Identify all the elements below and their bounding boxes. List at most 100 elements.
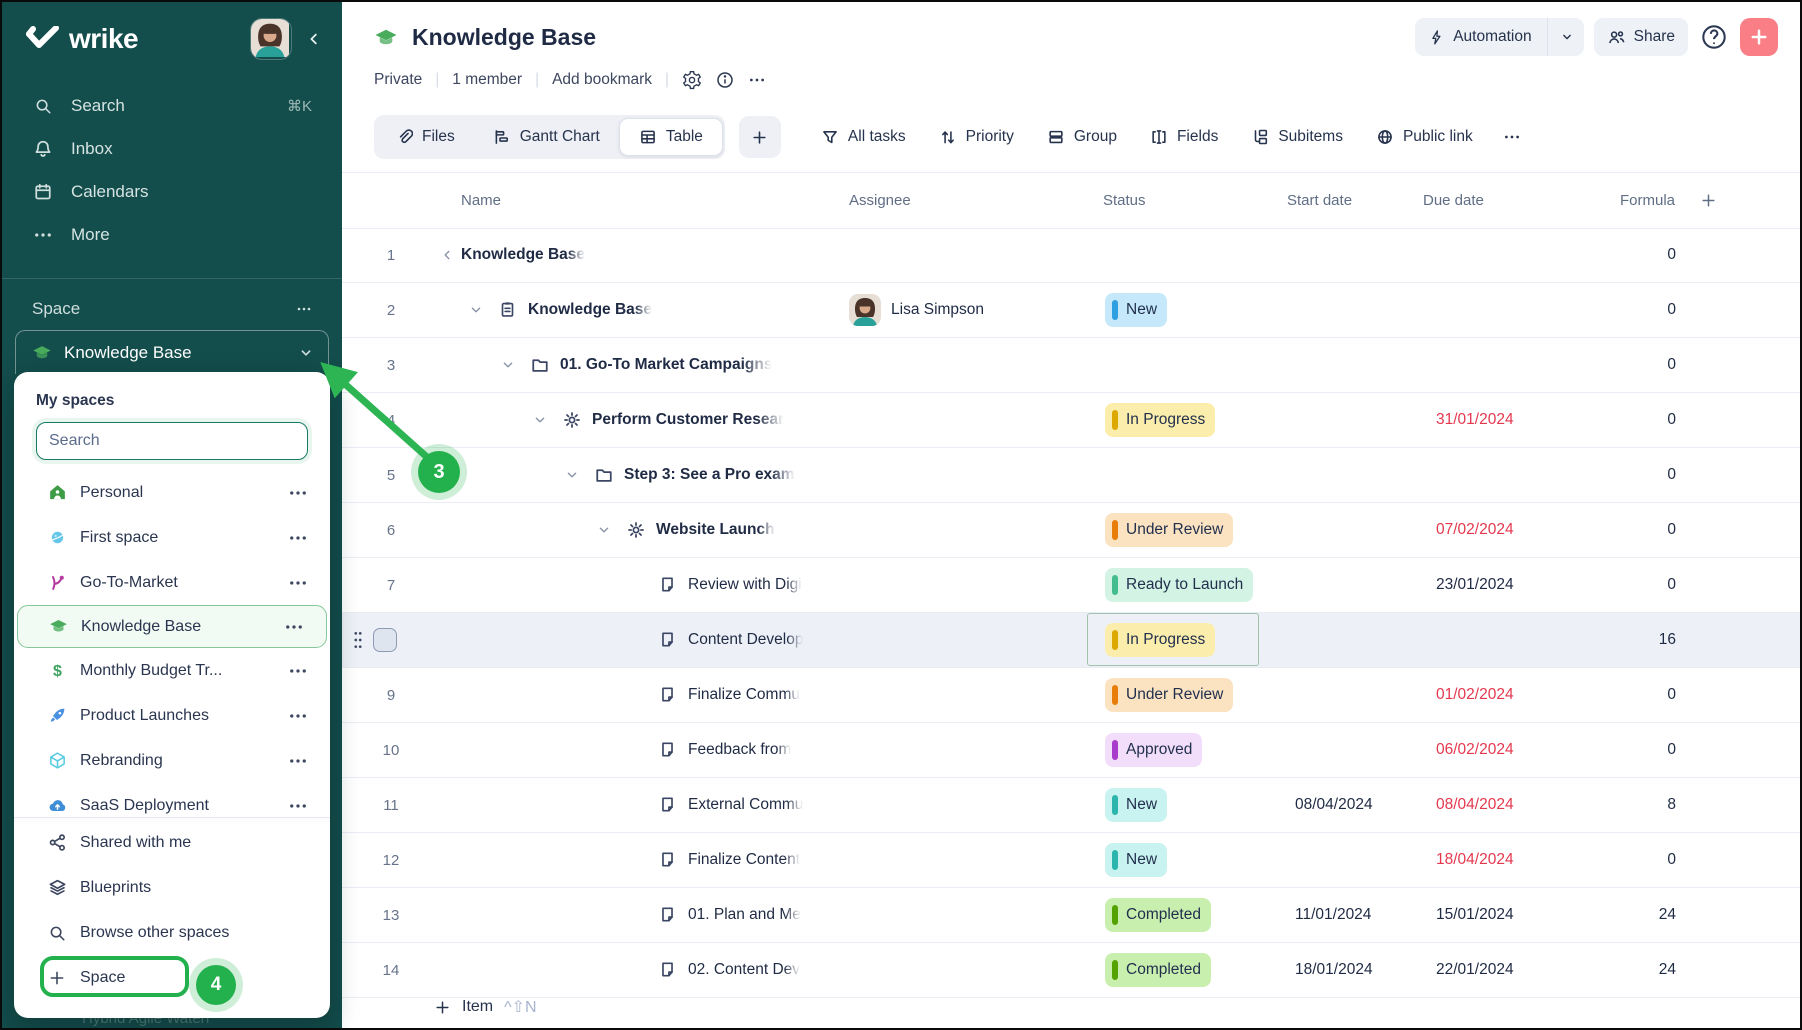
formula-value[interactable]: 0: [1572, 448, 1676, 502]
space-item-product-launches[interactable]: Product Launches: [14, 693, 330, 738]
formula-value[interactable]: 0: [1572, 338, 1676, 392]
spaces-footer-item-shared-with-me[interactable]: Shared with me: [14, 820, 330, 865]
column-header-formula[interactable]: Formula: [1575, 173, 1675, 228]
formula-value[interactable]: 0: [1572, 668, 1676, 722]
gear-icon[interactable]: [682, 70, 702, 90]
due-date[interactable]: 23/01/2024: [1436, 558, 1514, 612]
formula-value[interactable]: 0: [1572, 723, 1676, 777]
column-header-name[interactable]: Name: [461, 173, 501, 228]
add-view-button[interactable]: [738, 116, 781, 158]
space-item-go-to-market[interactable]: Go-To-Market: [14, 560, 330, 605]
automation-dropdown-button[interactable]: [1550, 18, 1584, 56]
status-badge[interactable]: New: [1105, 293, 1168, 327]
filter-fields[interactable]: Fields: [1150, 128, 1218, 146]
formula-value[interactable]: 0: [1572, 393, 1676, 447]
space-selector[interactable]: Knowledge Base: [15, 330, 329, 374]
info-icon[interactable]: [715, 70, 735, 90]
formula-value[interactable]: 24: [1572, 888, 1676, 942]
spaces-footer-item-blueprints[interactable]: Blueprints: [14, 865, 330, 910]
space-item-rebranding[interactable]: Rebranding: [14, 738, 330, 783]
create-new-button[interactable]: [1740, 18, 1778, 56]
status-badge[interactable]: New: [1105, 788, 1168, 822]
task-name[interactable]: Content Develop: [688, 613, 803, 667]
task-name[interactable]: Review with Digi: [688, 558, 802, 612]
task-name[interactable]: Finalize Commu: [688, 668, 800, 722]
column-header-status[interactable]: Status: [1103, 173, 1146, 228]
table-row[interactable]: 3 01. Go-To Market Campaigns 0: [342, 338, 1800, 393]
task-name[interactable]: Finalize Content: [688, 833, 800, 887]
filter-all-tasks[interactable]: All tasks: [821, 128, 906, 146]
add-item-button[interactable]: Item ^⇧N: [434, 997, 537, 1017]
due-date[interactable]: 08/04/2024: [1436, 778, 1514, 832]
task-name[interactable]: 01. Go-To Market Campaigns: [560, 338, 772, 392]
tab-gantt-chart[interactable]: Gantt Chart: [474, 115, 619, 159]
space-item-menu-icon[interactable]: [288, 706, 308, 726]
space-item-personal[interactable]: Personal: [14, 470, 330, 515]
row-checkbox[interactable]: [373, 628, 397, 652]
space-item-first-space[interactable]: First space: [14, 515, 330, 560]
table-row[interactable]: 11 External Commu New 08/04/2024 08/04/2024 8: [342, 778, 1800, 833]
filter-group[interactable]: Group: [1047, 128, 1117, 146]
formula-value[interactable]: 0: [1572, 283, 1676, 337]
expand-chevron-down-icon[interactable]: [500, 357, 516, 373]
column-header-assignee[interactable]: Assignee: [849, 173, 911, 228]
space-section-menu-icon[interactable]: [296, 301, 312, 317]
column-header-due-date[interactable]: Due date: [1423, 173, 1484, 228]
toolbar-more-icon[interactable]: [1503, 128, 1521, 146]
share-button[interactable]: Share: [1593, 18, 1688, 56]
expand-chevron-down-icon[interactable]: [532, 412, 548, 428]
spaces-footer-item-browse-other-spaces[interactable]: Browse other spaces: [14, 910, 330, 955]
due-date[interactable]: 18/04/2024: [1436, 833, 1514, 887]
formula-value[interactable]: 0: [1572, 833, 1676, 887]
tab-files[interactable]: Files: [376, 115, 474, 159]
sidebar-item-search[interactable]: Search ⌘K: [2, 84, 342, 127]
more-actions-icon[interactable]: [748, 71, 766, 89]
table-row[interactable]: 2 Knowledge Base Lisa Simpson New 0: [342, 283, 1800, 338]
due-date[interactable]: 31/01/2024: [1436, 393, 1514, 447]
filter-priority[interactable]: Priority: [939, 128, 1014, 146]
space-item-monthly-budget-tr-[interactable]: $ Monthly Budget Tr...: [14, 648, 330, 693]
space-item-menu-icon[interactable]: [288, 483, 308, 503]
formula-value[interactable]: 16: [1572, 613, 1676, 667]
sidebar-item-inbox[interactable]: Inbox: [2, 127, 342, 170]
table-row[interactable]: 7 Review with Digi Ready to Launch 23/01/20…: [342, 558, 1800, 613]
formula-value[interactable]: 0: [1572, 558, 1676, 612]
table-row[interactable]: 4 Perform Customer Resear In Progress 31/01…: [342, 393, 1800, 448]
task-name[interactable]: Perform Customer Resear: [592, 393, 784, 447]
space-item-menu-icon[interactable]: [288, 751, 308, 771]
space-item-menu-icon[interactable]: [284, 617, 304, 637]
due-date[interactable]: 15/01/2024: [1436, 888, 1514, 942]
drag-handle-icon[interactable]: [352, 630, 364, 650]
status-badge[interactable]: In Progress: [1105, 623, 1216, 657]
spaces-footer-item-space[interactable]: Space: [14, 955, 330, 1000]
task-name[interactable]: Knowledge Base: [461, 228, 585, 282]
space-item-menu-icon[interactable]: [288, 573, 308, 593]
table-row[interactable]: 10 Feedback from Approved 06/02/2024 0: [342, 723, 1800, 778]
space-item-knowledge-base[interactable]: Knowledge Base: [17, 605, 327, 648]
table-row[interactable]: 9 Finalize Commu Under Review 01/02/2024 0: [342, 668, 1800, 723]
space-item-menu-icon[interactable]: [288, 528, 308, 548]
space-item-menu-icon[interactable]: [288, 661, 308, 681]
status-badge[interactable]: New: [1105, 843, 1168, 877]
formula-value[interactable]: 0: [1572, 503, 1676, 557]
task-name[interactable]: 01. Plan and Me: [688, 888, 801, 942]
status-badge[interactable]: Completed: [1105, 953, 1211, 987]
expand-chevron-down-icon[interactable]: [468, 302, 484, 318]
status-badge[interactable]: Completed: [1105, 898, 1211, 932]
space-item-saas-deployment[interactable]: SaaS Deployment: [14, 783, 330, 817]
status-badge[interactable]: Ready to Launch: [1105, 568, 1254, 602]
due-date[interactable]: 06/02/2024: [1436, 723, 1514, 777]
due-date[interactable]: 07/02/2024: [1436, 503, 1514, 557]
task-name[interactable]: Step 3: See a Pro exam: [624, 448, 795, 502]
status-badge[interactable]: Under Review: [1105, 678, 1234, 712]
start-date[interactable]: 08/04/2024: [1295, 778, 1373, 832]
task-name[interactable]: Website Launch: [656, 503, 775, 557]
task-name[interactable]: Knowledge Base: [528, 283, 652, 337]
start-date[interactable]: 11/01/2024: [1295, 888, 1371, 942]
table-row[interactable]: 8Content DevelopIn Progress16: [342, 613, 1800, 668]
sidebar-item-calendars[interactable]: Calendars: [2, 170, 342, 213]
task-name[interactable]: External Commu: [688, 778, 803, 832]
add-bookmark-link[interactable]: Add bookmark: [552, 71, 652, 89]
privacy-label[interactable]: Private: [374, 71, 422, 89]
status-badge[interactable]: In Progress: [1105, 403, 1216, 437]
